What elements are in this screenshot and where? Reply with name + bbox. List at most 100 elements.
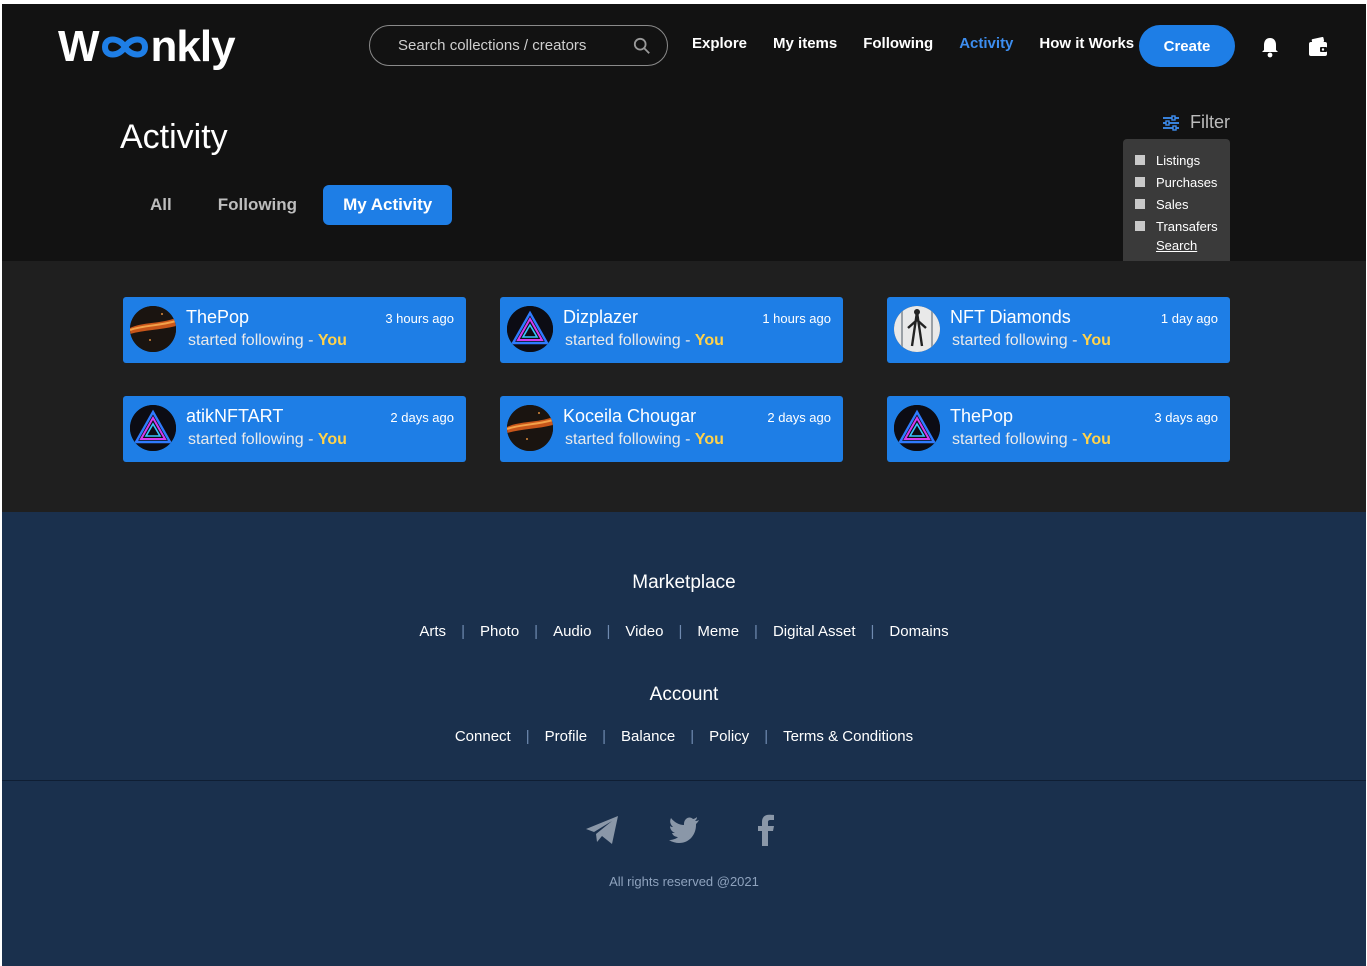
create-button[interactable]: Create [1139, 25, 1235, 67]
activity-time: 3 hours ago [385, 311, 454, 326]
user-name[interactable]: Koceila Chougar [563, 406, 696, 427]
wallet-icon[interactable] [1308, 37, 1328, 57]
link-separator: | [678, 623, 683, 640]
user-name[interactable]: atikNFTART [186, 406, 283, 427]
tab-all[interactable]: All [130, 185, 192, 225]
link-separator: | [764, 728, 769, 745]
filter-search-link[interactable]: Search [1156, 238, 1218, 253]
footer-link-meme[interactable]: Meme [697, 623, 739, 640]
filter-option-transafers[interactable]: Transafers [1135, 215, 1218, 237]
activity-card[interactable]: Dizplazer 1 hours ago started following - … [500, 297, 843, 363]
avatar-image [507, 306, 553, 352]
action-target[interactable]: You [695, 332, 724, 349]
activity-list: ThePop 3 hours ago started following - You… [2, 261, 1366, 512]
filter-label: Filter [1190, 112, 1230, 132]
checkbox[interactable] [1135, 177, 1145, 187]
copyright: All rights reserved @2021 [609, 874, 759, 889]
activity-time: 2 days ago [767, 410, 831, 425]
activity-action: started following - You [952, 332, 1111, 350]
activity-card[interactable]: ThePop 3 days ago started following - You [887, 396, 1230, 462]
footer-link-profile[interactable]: Profile [545, 728, 588, 745]
activity-time: 3 days ago [1154, 410, 1218, 425]
nav-link-how-it-works[interactable]: How it Works [1039, 35, 1134, 52]
user-name[interactable]: Dizplazer [563, 307, 638, 328]
activity-card[interactable]: Koceila Chougar 2 days ago started followi… [500, 396, 843, 462]
tab-following[interactable]: Following [198, 185, 317, 225]
user-name[interactable]: NFT Diamonds [950, 307, 1071, 328]
brand-logo[interactable]: W nkly [58, 22, 236, 72]
activity-tabs: All Following My Activity [130, 185, 458, 225]
search-box[interactable] [369, 25, 668, 66]
footer-link-terms-conditions[interactable]: Terms & Conditions [783, 728, 913, 745]
avatar-image [507, 405, 553, 451]
social-links [2, 812, 1366, 848]
checkbox[interactable] [1135, 155, 1145, 165]
activity-action: started following - You [952, 431, 1111, 449]
marketplace-links: Arts | Photo | Audio | Video | Meme | Digital Asse… [2, 623, 1366, 640]
filter-option-purchases[interactable]: Purchases [1135, 171, 1218, 193]
filter-option-label: Transafers [1156, 218, 1218, 234]
nav-link-following[interactable]: Following [863, 35, 933, 52]
telegram-icon[interactable] [584, 812, 620, 848]
action-text: started following - [952, 431, 1078, 448]
avatar[interactable] [507, 306, 553, 352]
avatar-image [130, 405, 176, 451]
main-nav: Explore My items Following Activity How it W… [692, 35, 1160, 52]
footer-link-photo[interactable]: Photo [480, 623, 519, 640]
activity-card[interactable]: NFT Diamonds 1 day ago started following -… [887, 297, 1230, 363]
footer-link-audio[interactable]: Audio [553, 623, 591, 640]
facebook-icon[interactable] [748, 812, 784, 848]
avatar-image [130, 306, 176, 352]
activity-action: started following - You [188, 431, 347, 449]
tab-my-activity[interactable]: My Activity [323, 185, 453, 225]
filter-option-label: Sales [1156, 196, 1189, 212]
user-name[interactable]: ThePop [950, 406, 1013, 427]
search-icon[interactable] [633, 37, 651, 55]
avatar-image [894, 306, 940, 352]
footer-link-video[interactable]: Video [625, 623, 663, 640]
link-separator: | [754, 623, 758, 640]
action-target[interactable]: You [1082, 431, 1111, 448]
checkbox[interactable] [1135, 221, 1145, 231]
activity-card[interactable]: ThePop 3 hours ago started following - You [123, 297, 466, 363]
footer-link-domains[interactable]: Domains [889, 623, 948, 640]
avatar-image [894, 405, 940, 451]
avatar[interactable] [130, 405, 176, 451]
footer-link-digital-asset[interactable]: Digital Asset [773, 623, 856, 640]
filter-option-listings[interactable]: Listings [1135, 149, 1218, 171]
account-links: Connect | Profile | Balance | Policy | Terms & C… [2, 728, 1366, 745]
footer-link-policy[interactable]: Policy [709, 728, 749, 745]
activity-action: started following - You [565, 332, 724, 350]
avatar[interactable] [130, 306, 176, 352]
page-frame: W nkly Explore My items Following Activity H… [2, 4, 1366, 966]
link-separator: | [461, 623, 465, 640]
link-separator: | [690, 728, 695, 745]
activity-time: 1 day ago [1160, 311, 1218, 326]
action-target[interactable]: You [318, 332, 347, 349]
filter-button[interactable]: Filter [1162, 112, 1230, 133]
search-input[interactable] [398, 37, 633, 54]
footer-link-balance[interactable]: Balance [621, 728, 675, 745]
action-target[interactable]: You [318, 431, 347, 448]
bell-icon[interactable] [1260, 36, 1280, 58]
action-target[interactable]: You [1082, 332, 1111, 349]
user-name[interactable]: ThePop [186, 307, 249, 328]
avatar[interactable] [894, 306, 940, 352]
nav-link-my-items[interactable]: My items [773, 35, 837, 52]
link-separator: | [606, 623, 611, 640]
sliders-icon [1163, 114, 1179, 131]
nav-link-explore[interactable]: Explore [692, 35, 747, 52]
twitter-icon[interactable] [666, 812, 702, 848]
page-title: Activity [120, 118, 228, 156]
logo-text-start: W [58, 22, 100, 71]
checkbox[interactable] [1135, 199, 1145, 209]
avatar[interactable] [894, 405, 940, 451]
action-target[interactable]: You [695, 431, 724, 448]
avatar[interactable] [507, 405, 553, 451]
filter-option-sales[interactable]: Sales [1135, 193, 1218, 215]
infinity-logo-icon [101, 36, 148, 58]
footer-link-connect[interactable]: Connect [455, 728, 511, 745]
activity-card[interactable]: atikNFTART 2 days ago started following - … [123, 396, 466, 462]
nav-link-activity[interactable]: Activity [959, 35, 1013, 52]
footer-link-arts[interactable]: Arts [419, 623, 446, 640]
